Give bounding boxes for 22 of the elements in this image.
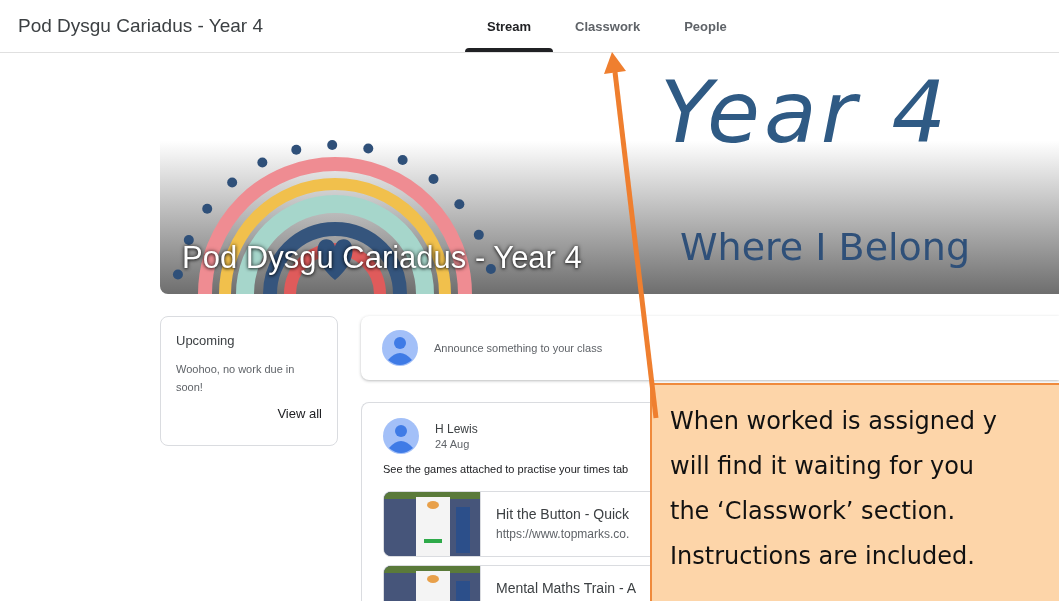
attachment-card[interactable]: Hit the Button - Quick https://www.topmarks.co. bbox=[383, 491, 650, 557]
nav-tab[interactable]: Stream bbox=[465, 0, 554, 52]
author-name: H Lewis bbox=[435, 422, 478, 436]
post-date: 24 Aug bbox=[435, 438, 471, 450]
post-text: See the games attached to practise your times tab bbox=[383, 463, 629, 475]
announcement-box[interactable]: Announce something to your class bbox=[361, 316, 1059, 380]
avatar-icon bbox=[382, 330, 418, 366]
attachment-card[interactable]: Mental Maths Train - A bbox=[383, 565, 650, 601]
attachment-url: https://www.topmarks.co. bbox=[496, 527, 630, 541]
nav-tab[interactable]: Classwork bbox=[553, 0, 663, 52]
attachment-title: Hit the Button - Quick bbox=[496, 506, 630, 522]
attachment-title: Mental Maths Train - A bbox=[496, 580, 637, 596]
announcement-prompt: Announce something to your class bbox=[434, 342, 603, 354]
banner-subheading: Where I Belong bbox=[680, 225, 971, 269]
banner-heading: Year 4 bbox=[660, 75, 952, 155]
callout-text: When worked is assigned y will find it waiting for you the ‘Classwork’ section. Instructions are included. bbox=[670, 406, 998, 572]
view-all-link[interactable]: View all bbox=[277, 406, 322, 421]
nav-tab[interactable]: People bbox=[662, 0, 749, 52]
upcoming-message: Woohoo, no work due in soon! bbox=[176, 362, 296, 395]
upcoming-heading: Upcoming bbox=[176, 333, 236, 348]
author-avatar-icon bbox=[383, 418, 419, 454]
class-title: Pod Dysgu Cariadus - Year 4 bbox=[17, 15, 265, 37]
